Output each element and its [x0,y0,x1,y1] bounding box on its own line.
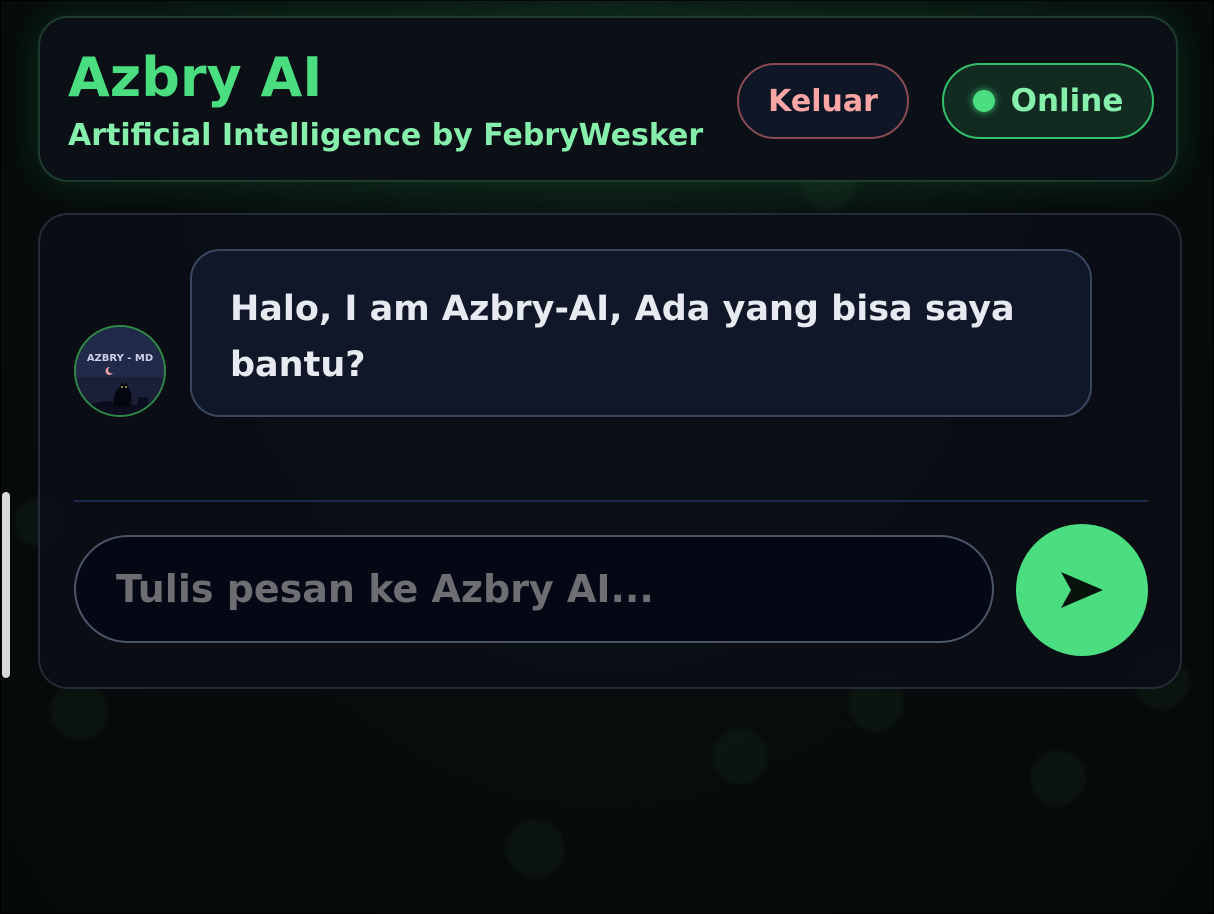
app-header: Azbry AI Artificial Intelligence by Febr… [38,16,1178,182]
logout-button[interactable]: Keluar [737,63,909,139]
send-button[interactable] [1016,524,1148,656]
app-subtitle: Artificial Intelligence by FebryWesker [68,118,704,153]
status-badge: Online [942,63,1154,139]
bokeh-dot [50,682,108,740]
bokeh-dot [506,820,564,878]
status-label: Online [1010,83,1124,119]
online-indicator-icon [972,90,995,112]
chat-panel: AZBRY - MD Halo, I am Azbry-AI, Ada yang… [38,213,1182,689]
composer-divider [74,500,1148,502]
bot-avatar: AZBRY - MD [74,325,166,417]
scrollbar-thumb[interactable] [2,492,10,678]
bokeh-dot [712,728,768,784]
avatar-logo-text: AZBRY - MD [87,353,153,364]
send-arrow-icon [1061,572,1103,608]
app-title: Azbry AI [68,46,323,109]
bokeh-dot [1030,750,1086,806]
bot-avatar-image: AZBRY - MD [76,327,164,415]
message-input[interactable] [74,535,994,643]
bot-message-bubble: Halo, I am Azbry-AI, Ada yang bisa saya … [190,249,1092,417]
